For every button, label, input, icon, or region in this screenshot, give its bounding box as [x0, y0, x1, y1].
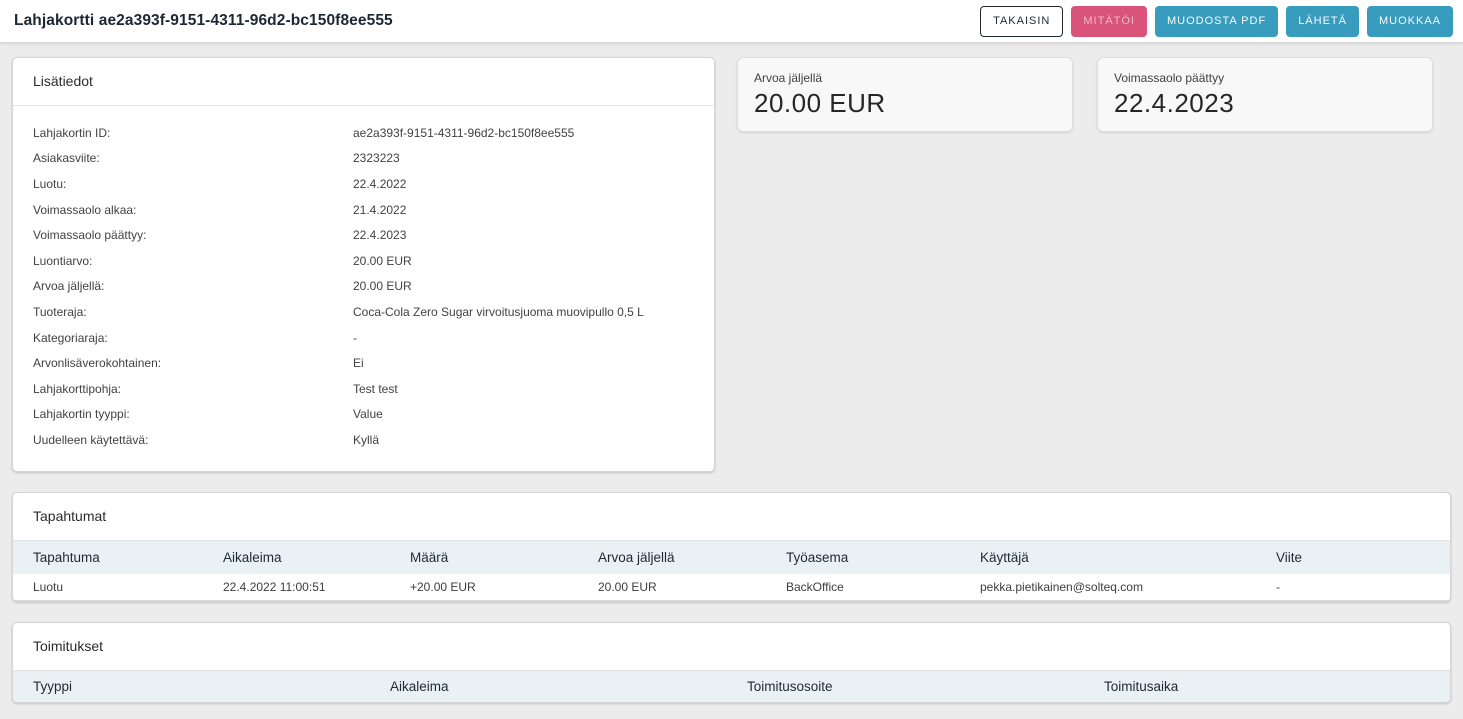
header-button-group: TAKAISIN MITÄTÖI MUODOSTA PDF LÄHETÄ MUO… — [980, 6, 1453, 37]
detail-row: Voimassaolo alkaa: 21.4.2022 — [13, 197, 714, 223]
events-header-row: Tapahtuma Aikaleima Määrä Arvoa jäljellä… — [13, 540, 1450, 574]
column-header: Tyyppi — [13, 670, 370, 702]
event-timestamp-cell: 22.4.2022 11:00:51 — [203, 574, 390, 601]
event-reference-cell: - — [1256, 574, 1450, 601]
detail-value: 20.00 EUR — [353, 279, 714, 293]
detail-value: Kyllä — [353, 433, 714, 447]
table-row: Luotu 22.4.2022 11:00:51 +20.00 EUR 20.0… — [13, 574, 1450, 601]
detail-label: Arvonlisäverokohtainen: — [13, 356, 353, 370]
detail-value: Coca-Cola Zero Sugar virvoitusjuoma muov… — [353, 305, 714, 319]
detail-row: Lahjakortin ID: ae2a393f-9151-4311-96d2-… — [13, 120, 714, 146]
column-header: Työasema — [766, 540, 960, 574]
event-balance-cell: 20.00 EUR — [578, 574, 766, 601]
details-panel: Lisätiedot Lahjakortin ID: ae2a393f-9151… — [12, 57, 715, 472]
column-header: Aikaleima — [370, 670, 727, 702]
column-header: Toimitusaika — [1084, 670, 1450, 702]
detail-row: Asiakasviite: 2323223 — [13, 146, 714, 172]
detail-label: Lahjakorttipohja: — [13, 382, 353, 396]
card-value: 22.4.2023 — [1114, 88, 1416, 119]
detail-value: Test test — [353, 382, 714, 396]
detail-value: 21.4.2022 — [353, 203, 714, 217]
summary-card-expiry: Voimassaolo päättyy 22.4.2023 — [1097, 57, 1433, 132]
detail-label: Asiakasviite: — [13, 151, 353, 165]
deliveries-panel: Toimitukset Tyyppi Aikaleima Toimitusoso… — [12, 622, 1451, 703]
detail-value: 2323223 — [353, 151, 714, 165]
event-amount-cell: +20.00 EUR — [390, 574, 578, 601]
detail-row: Lahjakorttipohja: Test test — [13, 376, 714, 402]
detail-label: Luontiarvo: — [13, 254, 353, 268]
card-value: 20.00 EUR — [754, 88, 1056, 119]
detail-row: Arvoa jäljellä: 20.00 EUR — [13, 274, 714, 300]
detail-value: ae2a393f-9151-4311-96d2-bc150f8ee555 — [353, 126, 714, 140]
event-user-cell: pekka.pietikainen@solteq.com — [960, 574, 1256, 601]
card-label: Arvoa jäljellä — [754, 71, 1056, 85]
column-header: Aikaleima — [203, 540, 390, 574]
detail-label: Lahjakortin tyyppi: — [13, 407, 353, 421]
detail-value: 22.4.2022 — [353, 177, 714, 191]
send-button[interactable]: LÄHETÄ — [1286, 6, 1359, 37]
detail-label: Arvoa jäljellä: — [13, 279, 353, 293]
detail-row: Uudelleen käytettävä: Kyllä — [13, 427, 714, 453]
edit-button[interactable]: MUOKKAA — [1367, 6, 1453, 37]
column-header: Toimitusosoite — [727, 670, 1084, 702]
event-station-cell: BackOffice — [766, 574, 960, 601]
detail-row: Tuoteraja: Coca-Cola Zero Sugar virvoitu… — [13, 299, 714, 325]
detail-label: Voimassaolo päättyy: — [13, 228, 353, 242]
column-header: Viite — [1256, 540, 1450, 574]
detail-row: Luotu: 22.4.2022 — [13, 171, 714, 197]
detail-value: Ei — [353, 356, 714, 370]
detail-label: Lahjakortin ID: — [13, 126, 353, 140]
detail-label: Luotu: — [13, 177, 353, 191]
event-type-cell: Luotu — [13, 574, 203, 601]
details-body: Lahjakortin ID: ae2a393f-9151-4311-96d2-… — [13, 106, 714, 471]
detail-label: Voimassaolo alkaa: — [13, 203, 353, 217]
card-label: Voimassaolo päättyy — [1114, 71, 1416, 85]
detail-value: 20.00 EUR — [353, 254, 714, 268]
top-bar: Lahjakortti ae2a393f-9151-4311-96d2-bc15… — [0, 0, 1463, 43]
page-title: Lahjakortti ae2a393f-9151-4311-96d2-bc15… — [14, 12, 393, 30]
detail-value: Value — [353, 407, 714, 421]
back-button[interactable]: TAKAISIN — [980, 6, 1063, 37]
detail-label: Tuoteraja: — [13, 305, 353, 319]
summary-cards: Arvoa jäljellä 20.00 EUR Voimassaolo pää… — [737, 57, 1433, 132]
void-button[interactable]: MITÄTÖI — [1071, 6, 1147, 37]
detail-row: Luontiarvo: 20.00 EUR — [13, 248, 714, 274]
detail-value: 22.4.2023 — [353, 228, 714, 242]
events-panel: Tapahtumat Tapahtuma Aikaleima Määrä Arv… — [12, 492, 1451, 602]
deliveries-panel-title: Toimitukset — [13, 623, 1450, 670]
detail-row: Voimassaolo päättyy: 22.4.2023 — [13, 222, 714, 248]
column-header: Määrä — [390, 540, 578, 574]
column-header: Arvoa jäljellä — [578, 540, 766, 574]
main-content: Lisätiedot Lahjakortin ID: ae2a393f-9151… — [0, 43, 1463, 703]
events-panel-title: Tapahtumat — [13, 493, 1450, 540]
detail-row: Arvonlisäverokohtainen: Ei — [13, 350, 714, 376]
detail-label: Uudelleen käytettävä: — [13, 433, 353, 447]
detail-row: Lahjakortin tyyppi: Value — [13, 402, 714, 428]
deliveries-header-row: Tyyppi Aikaleima Toimitusosoite Toimitus… — [13, 670, 1450, 702]
create-pdf-button[interactable]: MUODOSTA PDF — [1155, 6, 1278, 37]
column-header: Käyttäjä — [960, 540, 1256, 574]
column-header: Tapahtuma — [13, 540, 203, 574]
detail-value: - — [353, 331, 714, 345]
detail-label: Kategoriaraja: — [13, 331, 353, 345]
details-panel-title: Lisätiedot — [13, 58, 714, 106]
detail-row: Kategoriaraja: - — [13, 325, 714, 351]
events-table: Tapahtuma Aikaleima Määrä Arvoa jäljellä… — [13, 540, 1450, 601]
deliveries-table: Tyyppi Aikaleima Toimitusosoite Toimitus… — [13, 670, 1450, 702]
summary-card-value-remaining: Arvoa jäljellä 20.00 EUR — [737, 57, 1073, 132]
